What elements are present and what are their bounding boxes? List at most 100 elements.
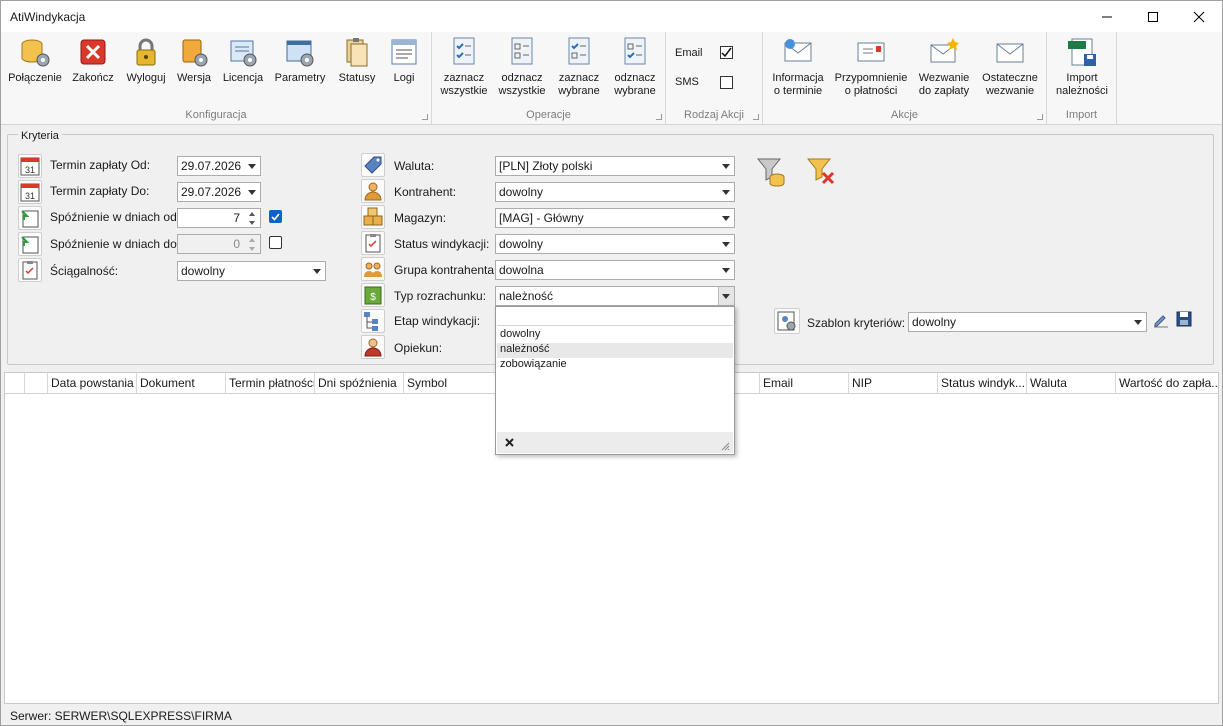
logi-button[interactable]: Logi [385,36,423,85]
column-header[interactable]: Wartość do zapła... [1116,373,1218,393]
clipboard-check-icon [361,231,385,255]
dropdown-option[interactable]: dowolny [497,328,733,343]
opiekun-label: Opiekun: [394,341,443,355]
spoz-do-value: 0 [233,237,240,251]
clear-filter-button[interactable] [805,155,837,187]
close-button[interactable] [1176,1,1222,32]
grupa-kontrahenta-combo[interactable]: dowolna [495,260,735,280]
kontrahent-label: Kontrahent: [394,185,457,199]
column-header[interactable]: Dokument [137,373,226,393]
filter-database-icon [756,158,785,187]
spin-up-icon[interactable] [246,210,258,218]
import-naleznosci-button[interactable]: Import należności [1051,36,1113,98]
column-header[interactable]: Status windyk... [938,373,1027,393]
envelope-icon [996,43,1024,63]
warehouse-boxes-icon [361,205,385,229]
magazyn-combo[interactable]: [MAG] - Główny [495,208,735,228]
edit-template-button[interactable] [1152,311,1170,329]
status-windykacji-combo[interactable]: dowolny [495,234,735,254]
clear-selection-icon[interactable] [505,438,514,447]
filter-remove-icon [806,158,835,185]
odznacz-wybrane-button[interactable]: odznacz wybrane [609,36,661,98]
group-launcher[interactable] [1037,114,1043,120]
group-label-operacje: Operacje [526,109,571,121]
license-icon [230,40,257,67]
przypomnienie-button[interactable]: Przypomnienie o płatności [833,36,909,98]
zaznacz-wszystkie-button[interactable]: zaznacz wszystkie [438,36,490,98]
waluta-combo[interactable]: [PLN] Złoty polski [495,156,735,176]
szablon-combo[interactable]: dowolny [908,312,1147,332]
column-header[interactable]: Email [760,373,849,393]
dropdown-search-input[interactable] [497,308,733,326]
resize-grip-icon[interactable] [720,441,730,451]
spoz-od-checkbox[interactable] [269,210,282,223]
typ-rozrachunku-label: Typ rozrachunku: [394,289,487,303]
kontrahent-value: dowolny [499,185,544,199]
spoz-od-spinner[interactable]: 7 [177,208,261,228]
waluta-value: [PLN] Złoty polski [499,159,593,173]
polaczenie-button[interactable]: Połączenie [7,36,63,85]
group-launcher[interactable] [656,114,662,120]
informacja-label-1: Informacja [772,72,824,84]
delay-calendar-icon [18,232,42,256]
informacja-button[interactable]: Informacja o terminie [767,36,829,98]
group-label-akcje: Akcje [891,109,918,121]
spoz-do-checkbox[interactable] [269,236,282,249]
minimize-button[interactable] [1084,1,1130,32]
dropdown-option-selected[interactable]: należność [497,343,733,358]
checkmark-icon [721,47,732,58]
wezwanie-button[interactable]: Wezwanie do zapłaty [913,36,975,98]
exit-icon [80,39,106,65]
column-header[interactable]: NIP [849,373,938,393]
column-header[interactable]: Waluta [1027,373,1116,393]
column-header[interactable]: Termin płatności [226,373,315,393]
save-template-button[interactable] [1175,310,1193,328]
zaznacz-wszystkie-label-1: zaznacz [443,72,485,84]
email-checkbox[interactable] [720,46,733,59]
odznacz-wszystkie-label-1: odznacz [501,72,543,84]
zaznacz-wybrane-button[interactable]: zaznacz wybrane [553,36,605,98]
szablon-value: dowolny [912,315,957,329]
grupa-kontrahenta-value: dowolna [499,263,544,277]
ostateczne-button[interactable]: Ostateczne wezwanie [979,36,1041,98]
column-header[interactable]: Data powstania [48,373,137,393]
select-column-header[interactable] [25,373,48,393]
group-akcje: Informacja o terminie Przypomnienie o pł… [763,32,1047,124]
wersja-button[interactable]: Wersja [173,36,215,85]
group-launcher[interactable] [753,114,759,120]
column-header[interactable]: Dni spóźnienia [315,373,404,393]
termin-do-date[interactable]: 29.07.2026 [177,182,261,202]
spin-up-icon[interactable] [246,236,258,244]
odznacz-wszystkie-button[interactable]: odznacz wszystkie [496,36,548,98]
kontrahent-combo[interactable]: dowolny [495,182,735,202]
sciagalnosc-combo[interactable]: dowolny [177,261,326,281]
licencja-button[interactable]: Licencja [221,36,265,85]
zakoncz-button[interactable]: Zakończ [69,36,117,85]
spoz-od-value: 7 [233,211,240,225]
spoz-do-spinner[interactable]: 0 [177,234,261,254]
chevron-down-icon [248,190,256,195]
currency-tag-icon [361,153,385,177]
version-gear-icon [182,39,208,67]
spin-down-icon[interactable] [246,245,258,253]
spin-down-icon[interactable] [246,219,258,227]
caretaker-person-icon [361,335,385,359]
clipboard-icon [18,258,42,282]
statusy-button[interactable]: Statusy [335,36,379,85]
parametry-button[interactable]: Parametry [271,36,329,85]
group-konfiguracja: Połączenie Zakończ Wyloguj Wersja Licenc… [1,32,432,124]
maximize-icon [1148,11,1158,22]
settings-window-icon [286,40,314,67]
termin-od-date[interactable]: 29.07.2026 [177,156,261,176]
chevron-down-icon [722,294,730,299]
sms-checkbox[interactable] [720,76,733,89]
typ-rozrachunku-combo[interactable]: należność [495,286,735,306]
apply-filter-button[interactable] [755,155,787,187]
zaznacz-wybrane-label-2: wybrane [558,85,600,97]
group-launcher[interactable] [422,114,428,120]
ostateczne-label-1: Ostateczne [982,72,1038,84]
wyloguj-button[interactable]: Wyloguj [123,36,169,85]
magazyn-value: [MAG] - Główny [499,211,584,225]
dropdown-option[interactable]: zobowiązanie [497,358,733,373]
maximize-button[interactable] [1130,1,1176,32]
